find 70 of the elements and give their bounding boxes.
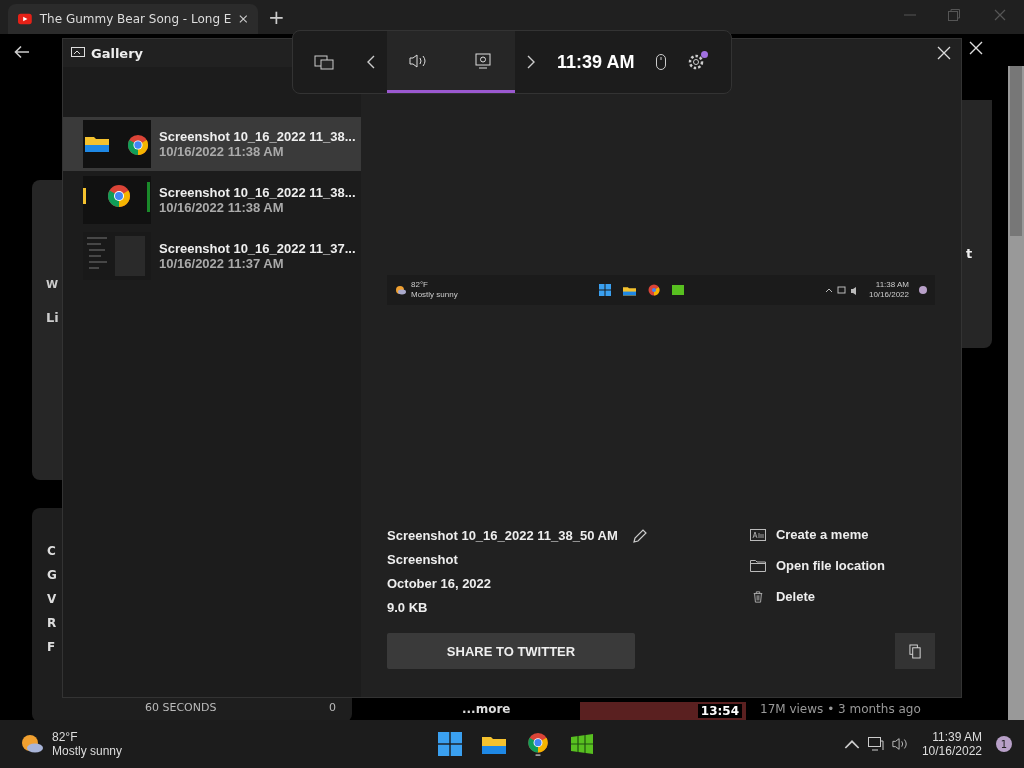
file-size: 9.0 KB — [387, 599, 429, 617]
item-name: Screenshot 10_16_2022 11_38... — [159, 185, 356, 200]
scrollbar-thumb[interactable] — [1010, 66, 1022, 236]
preview-weather: Mostly sunny — [411, 290, 458, 300]
item-date: 10/16/2022 11:38 AM — [159, 144, 285, 159]
start-icon[interactable] — [438, 732, 462, 756]
item-date: 10/16/2022 11:37 AM — [159, 256, 285, 271]
performance-label: F — [47, 640, 56, 654]
performance-label: R — [47, 616, 57, 630]
item-name: Screenshot 10_16_2022 11_37... — [159, 241, 356, 256]
notification-badge[interactable]: 1 — [996, 736, 1012, 752]
performance-label: G — [47, 568, 57, 582]
video-meta: 17M views • 3 months ago — [760, 702, 921, 716]
chevron-left-icon[interactable] — [367, 55, 375, 69]
widget-text: Li — [46, 310, 59, 325]
gallery-icon — [71, 47, 85, 59]
performance-label: C — [47, 544, 56, 558]
panel-text: t — [966, 246, 973, 261]
file-name: Screenshot 10_16_2022 11_38_50 AM — [387, 527, 618, 545]
back-arrow-icon[interactable] — [14, 45, 30, 59]
chevron-right-icon[interactable] — [527, 55, 535, 69]
taskbar-clock[interactable]: 11:39 AM 10/16/2022 — [921, 730, 982, 758]
widget-menu-icon[interactable] — [314, 53, 334, 71]
gallery-item[interactable]: Screenshot 10_16_2022 11_38... 10/16/2022 11:38 AM — [63, 173, 361, 227]
item-name: Screenshot 10_16_2022 11_38... — [159, 129, 356, 144]
footer-value: 0 — [329, 701, 336, 714]
screenshot-thumbnail — [83, 176, 151, 224]
action-link[interactable]: Open file location — [749, 558, 885, 573]
notification-dot — [919, 286, 927, 294]
pencil-icon[interactable] — [631, 528, 648, 544]
gallery-item[interactable]: Screenshot 10_16_2022 11_38... 10/16/2022 11:38 AM — [63, 117, 361, 171]
footer-label: 60 SECONDS — [145, 701, 217, 714]
performance-label: V — [47, 592, 57, 606]
file-type: Screenshot — [387, 551, 459, 569]
video-thumbnail[interactable]: 13:54 — [580, 702, 746, 720]
video-duration: 13:54 — [697, 704, 742, 718]
folder-icon — [749, 559, 766, 572]
window-title: Gallery — [91, 45, 144, 61]
copy-button[interactable] — [895, 633, 935, 669]
item-date: 10/16/2022 11:38 AM — [159, 200, 285, 215]
widget-text: W — [46, 278, 59, 291]
preview-time: 11:38 AM — [875, 280, 909, 290]
mouse-icon[interactable] — [656, 54, 667, 70]
preview-date: 10/16/2022 — [868, 290, 909, 300]
new-tab-button[interactable]: + — [268, 7, 285, 27]
share-button[interactable]: SHARE TO TWITTER — [387, 633, 635, 669]
volume-icon[interactable] — [891, 737, 908, 751]
clock-time: 11:39 AM — [557, 51, 635, 73]
scrollbar[interactable] — [1008, 66, 1024, 720]
temperature: 82°F — [52, 730, 79, 744]
speaker-icon — [409, 52, 429, 69]
action-link[interactable]: Delete — [749, 589, 885, 604]
browser-tab[interactable]: The Gummy Bear Song - Long E — [8, 4, 258, 34]
screenshot-thumbnail — [83, 120, 151, 168]
capture-icon — [475, 52, 491, 69]
copy-icon — [908, 643, 922, 659]
text-box-icon — [749, 528, 766, 541]
chrome-icon[interactable] — [526, 732, 550, 756]
network-icon[interactable] — [867, 737, 884, 751]
weather-text: Mostly sunny — [52, 744, 123, 758]
more-link[interactable]: ...more — [462, 702, 511, 716]
video-play-icon — [18, 13, 32, 25]
spreadsheet-icon[interactable] — [570, 732, 594, 756]
tab-title: The Gummy Bear Song - Long E — [39, 12, 232, 26]
action-link[interactable]: Create a meme — [749, 527, 885, 542]
preview-temperature: 82°F — [411, 280, 429, 290]
file-date: October 16, 2022 — [387, 575, 493, 593]
weather-icon — [395, 285, 407, 295]
gallery-item[interactable]: Screenshot 10_16_2022 11_37... 10/16/2022 11:37 AM — [63, 229, 361, 283]
weather-icon[interactable] — [20, 734, 44, 754]
